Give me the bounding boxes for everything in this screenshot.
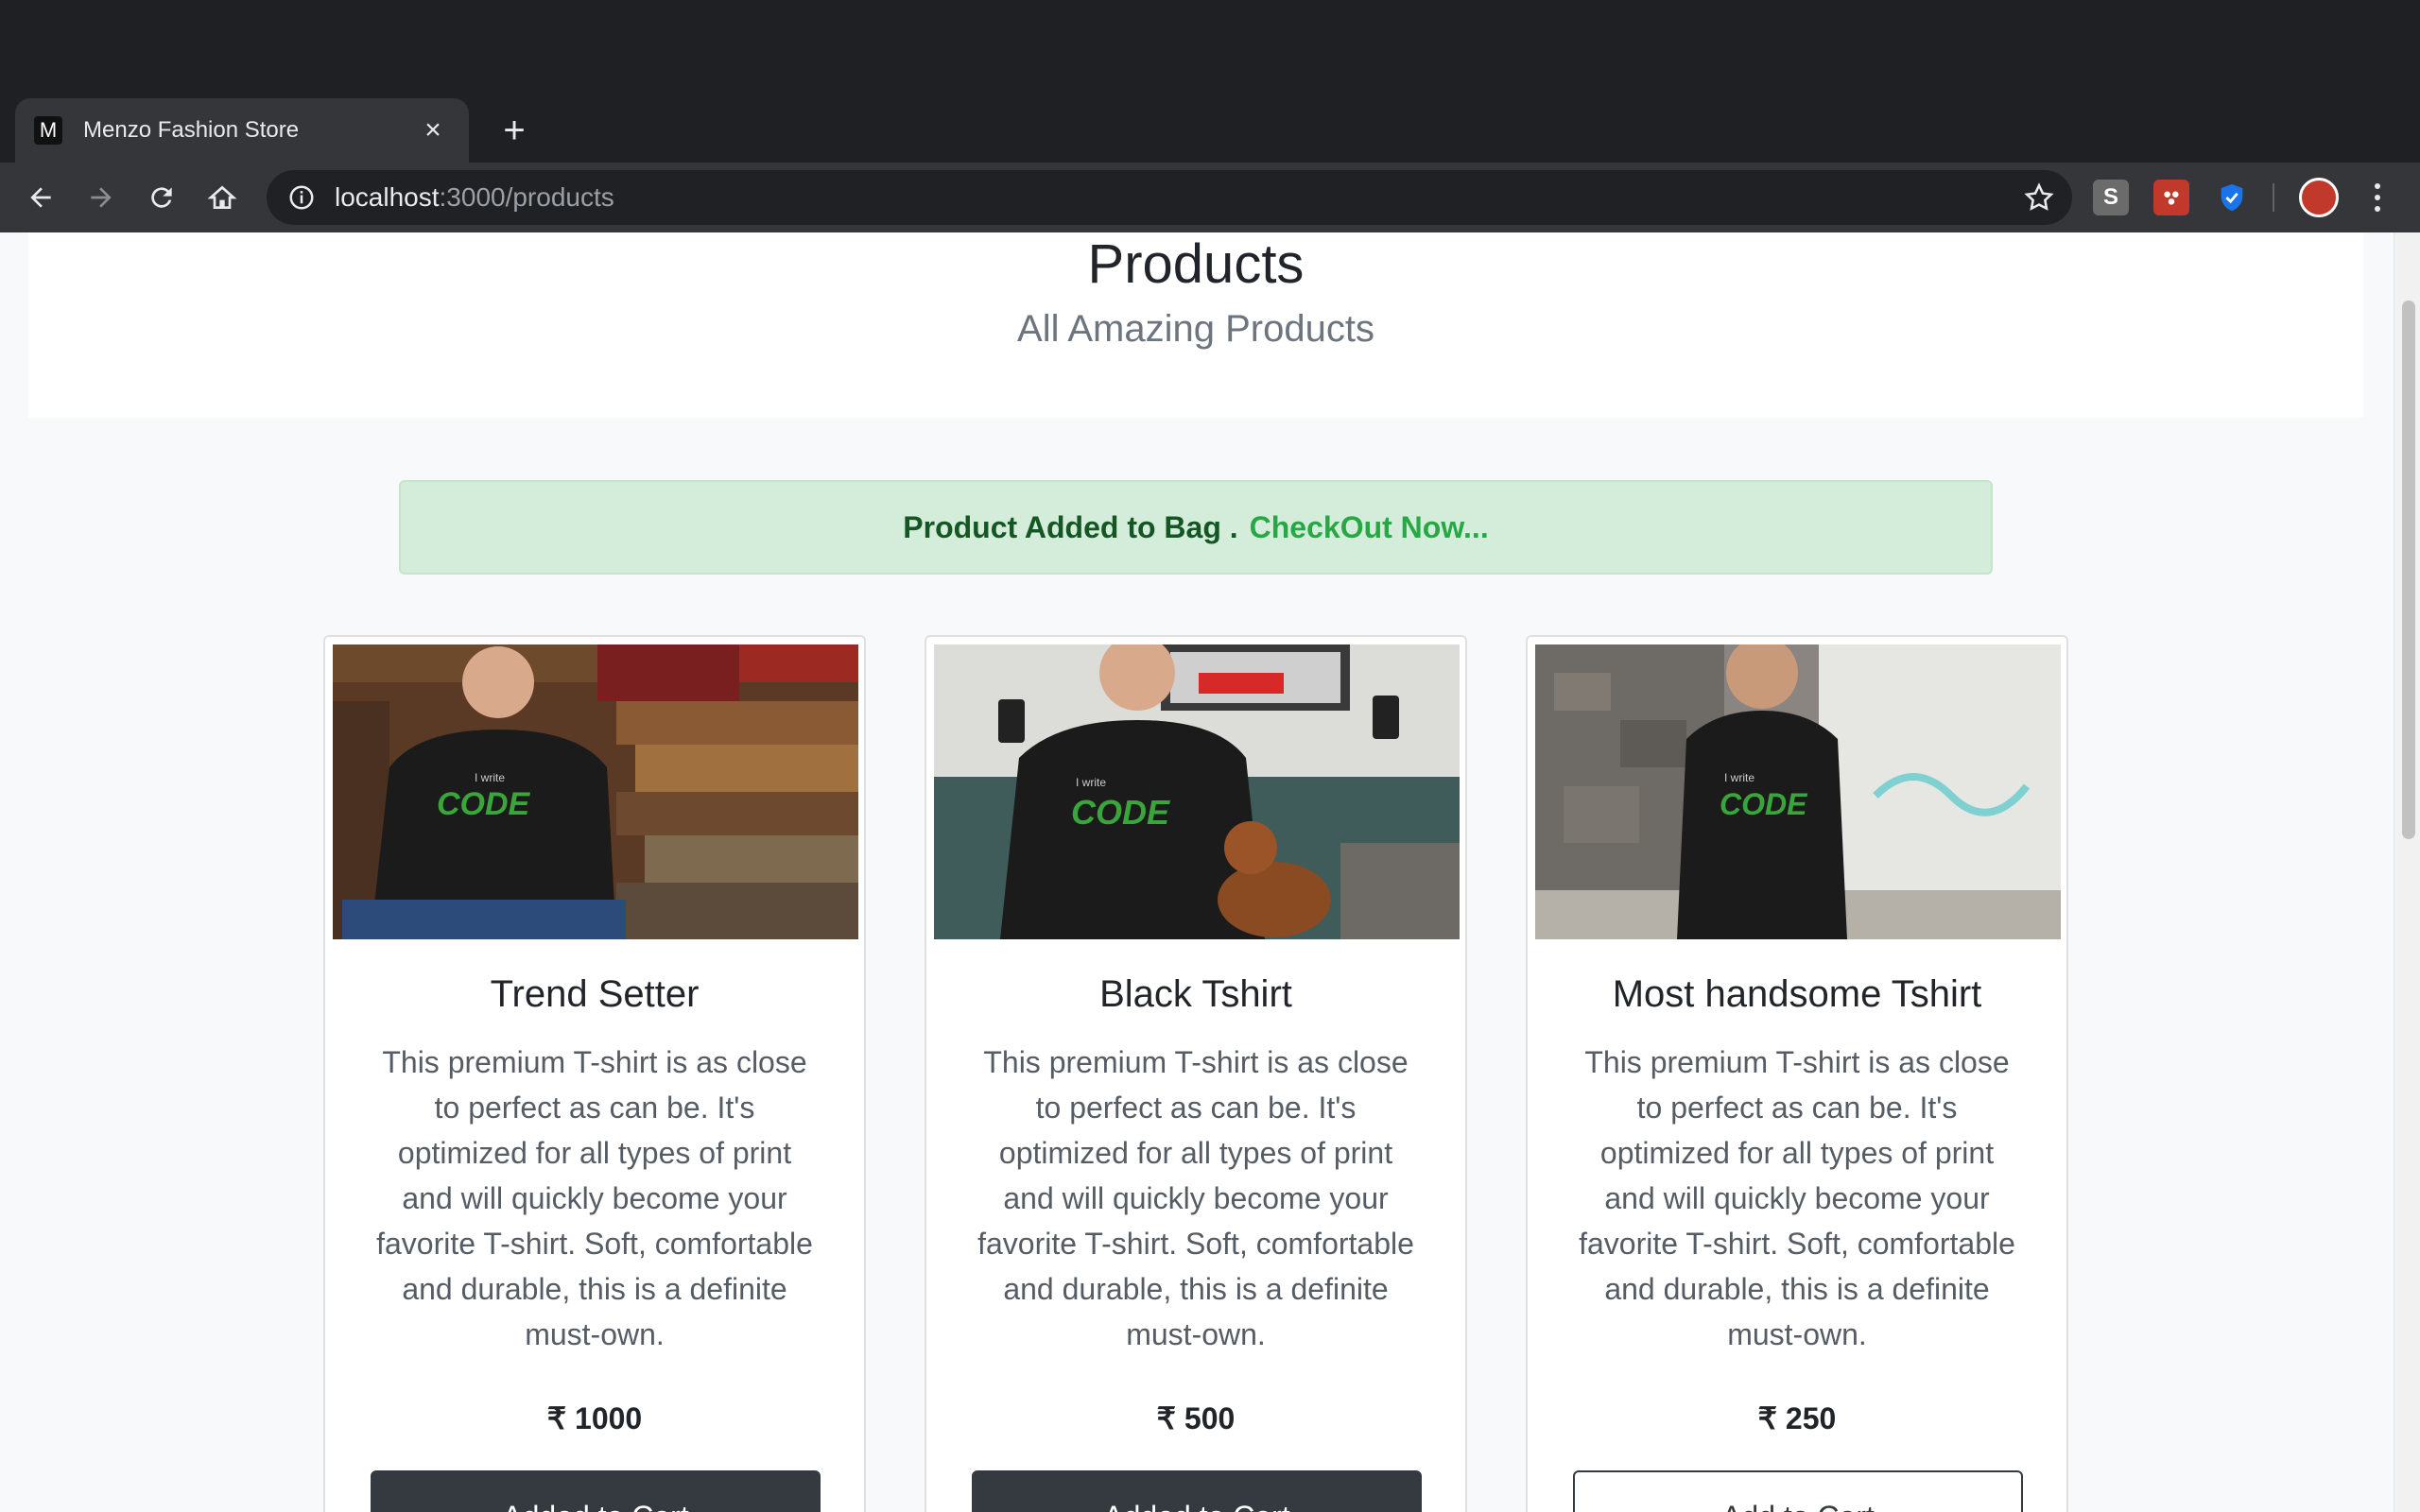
product-image: I write CODE	[934, 644, 1460, 939]
forward-icon[interactable]	[79, 176, 123, 219]
browser-chrome: M Menzo Fashion Store × + localhost:3000…	[0, 0, 2420, 232]
favicon-icon: M	[34, 116, 62, 145]
product-image: I write CODE	[333, 644, 858, 939]
product-price: ₹ 500	[1156, 1401, 1236, 1435]
shield-icon[interactable]	[2214, 180, 2250, 215]
svg-text:I write: I write	[1076, 776, 1106, 789]
reload-icon[interactable]	[140, 176, 183, 219]
info-icon[interactable]	[287, 183, 316, 212]
page-scrollbar[interactable]	[2394, 232, 2420, 1512]
product-description: This premium T-shirt is as close to perf…	[1579, 1045, 2015, 1351]
bookmark-star-icon[interactable]	[2023, 181, 2055, 214]
extension-red-icon[interactable]	[2153, 180, 2189, 215]
added-to-cart-button[interactable]: Added to Cart	[972, 1470, 1422, 1512]
alert-message: Product Added to Bag .	[903, 509, 1238, 544]
svg-text:CODE: CODE	[1720, 787, 1808, 821]
add-to-cart-button[interactable]: Add to Cart	[1573, 1470, 2023, 1512]
checkout-link[interactable]: CheckOut Now...	[1250, 510, 1489, 545]
toolbar-separator	[2273, 183, 2274, 212]
page-viewport: Products All Amazing Products Product Ad…	[0, 232, 2420, 1512]
close-tab-icon[interactable]: ×	[416, 114, 450, 146]
url-path: :3000/products	[439, 182, 614, 212]
address-bar[interactable]: localhost:3000/products	[267, 170, 2072, 225]
home-icon[interactable]	[200, 176, 244, 219]
browser-toolbar: localhost:3000/products S	[0, 163, 2420, 232]
product-price: ₹ 250	[1757, 1401, 1837, 1435]
page-header: Products All Amazing Products	[28, 232, 2363, 418]
browser-tab[interactable]: M Menzo Fashion Store ×	[15, 98, 469, 163]
product-image: I write CODE	[1535, 644, 2061, 939]
page-title: Products	[1087, 233, 1305, 295]
svg-text:CODE: CODE	[437, 786, 531, 822]
svg-text:I write: I write	[475, 771, 505, 784]
url-host: localhost	[335, 182, 440, 212]
success-alert: Product Added to Bag . CheckOut Now...	[399, 480, 1993, 575]
tab-strip: M Menzo Fashion Store × +	[0, 0, 2420, 163]
profile-avatar[interactable]	[2299, 178, 2339, 217]
new-tab-icon[interactable]: +	[492, 106, 537, 155]
tab-title: Menzo Fashion Store	[83, 117, 300, 143]
product-card: I write CODE Trend Setter This premium T…	[323, 635, 866, 1512]
product-name: Most handsome Tshirt	[1612, 973, 1982, 1015]
page-subtitle: All Amazing Products	[1017, 308, 1374, 350]
product-name: Black Tshirt	[1099, 973, 1292, 1015]
product-description: This premium T-shirt is as close to perf…	[977, 1045, 1414, 1351]
svg-text:I write: I write	[1724, 771, 1754, 784]
svg-text:CODE: CODE	[1071, 793, 1170, 832]
added-to-cart-button[interactable]: Added to Cart	[371, 1470, 821, 1512]
product-price: ₹ 1000	[546, 1401, 643, 1435]
scrollbar-thumb[interactable]	[2402, 301, 2415, 839]
product-description: This premium T-shirt is as close to perf…	[376, 1045, 813, 1351]
back-icon[interactable]	[19, 176, 62, 219]
extension-s-icon[interactable]: S	[2093, 180, 2129, 215]
product-name: Trend Setter	[490, 973, 700, 1015]
product-card: I write CODE Black Tshirt This premium T…	[925, 635, 1467, 1512]
browser-menu-icon[interactable]	[2363, 180, 2392, 215]
product-card: I write CODE Most handsome Tshirt This p…	[1526, 635, 2068, 1512]
